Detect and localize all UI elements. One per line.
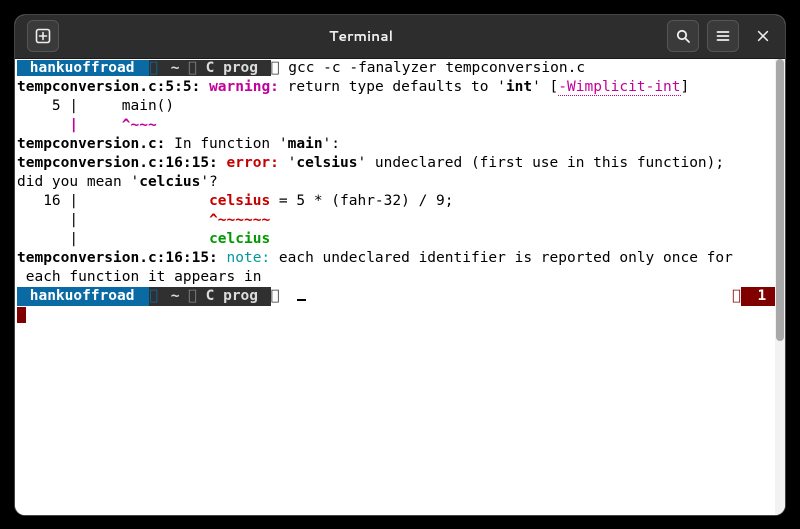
output-line: 16 | celsius = 5 * (fahr-32) / 9; (17, 192, 783, 211)
output-line (17, 306, 783, 325)
output-line: tempconversion.c:16:15: note: each undec… (17, 249, 783, 268)
powerline-arrow-icon:  (149, 60, 158, 76)
powerline-arrow-icon:  (271, 287, 280, 306)
prompt-user: hankuoffroad (17, 60, 149, 76)
prompt-line: hankuoffroad  ~  C prog  gcc -c -fana… (17, 59, 783, 78)
output-line: did you mean 'celcius'? (17, 173, 783, 192)
output-line: tempconversion.c: In function 'main': (17, 135, 783, 154)
powerline-arrow-icon:  (149, 287, 158, 306)
powerline-arrow-icon:  (271, 60, 280, 76)
prompt-path: ~  C prog (158, 60, 271, 76)
close-button[interactable] (749, 22, 777, 50)
new-tab-button[interactable] (27, 20, 59, 52)
output-line: 5 | main() (17, 97, 783, 116)
output-line: tempconversion.c:16:15: error: 'celsius'… (17, 154, 783, 173)
output-line: tempconversion.c:5:5: warning: return ty… (17, 78, 783, 97)
window-title: Terminal (59, 26, 663, 46)
output-line: | ^~~~~~~ (17, 211, 783, 230)
output-line: each function it appears in (17, 268, 783, 287)
prompt-line: hankuoffroad  ~  C prog   1 (17, 287, 783, 306)
scrollbar-thumb[interactable] (776, 59, 784, 342)
hamburger-icon (715, 28, 731, 44)
close-icon (756, 29, 770, 43)
output-line: | ^~~~ (17, 116, 783, 135)
titlebar: Terminal (15, 15, 785, 59)
search-button[interactable] (667, 20, 699, 52)
plus-box-icon (35, 28, 51, 44)
prompt-user: hankuoffroad (17, 287, 149, 306)
block-cursor (17, 307, 26, 323)
terminal-viewport[interactable]: hankuoffroad  ~  C prog  gcc -c -fana… (15, 59, 785, 515)
output-line: | celcius (17, 230, 783, 249)
prompt-path: ~  C prog (158, 287, 271, 306)
scrollbar[interactable] (775, 59, 785, 515)
powerline-arrow-left-icon:  (732, 287, 741, 306)
search-icon (675, 28, 691, 44)
command-text: gcc -c -fanalyzer tempconversion.c (280, 60, 586, 76)
terminal-window: Terminal hankuoffroad  (15, 15, 785, 515)
cursor-underline (297, 299, 306, 301)
menu-button[interactable] (707, 20, 739, 52)
